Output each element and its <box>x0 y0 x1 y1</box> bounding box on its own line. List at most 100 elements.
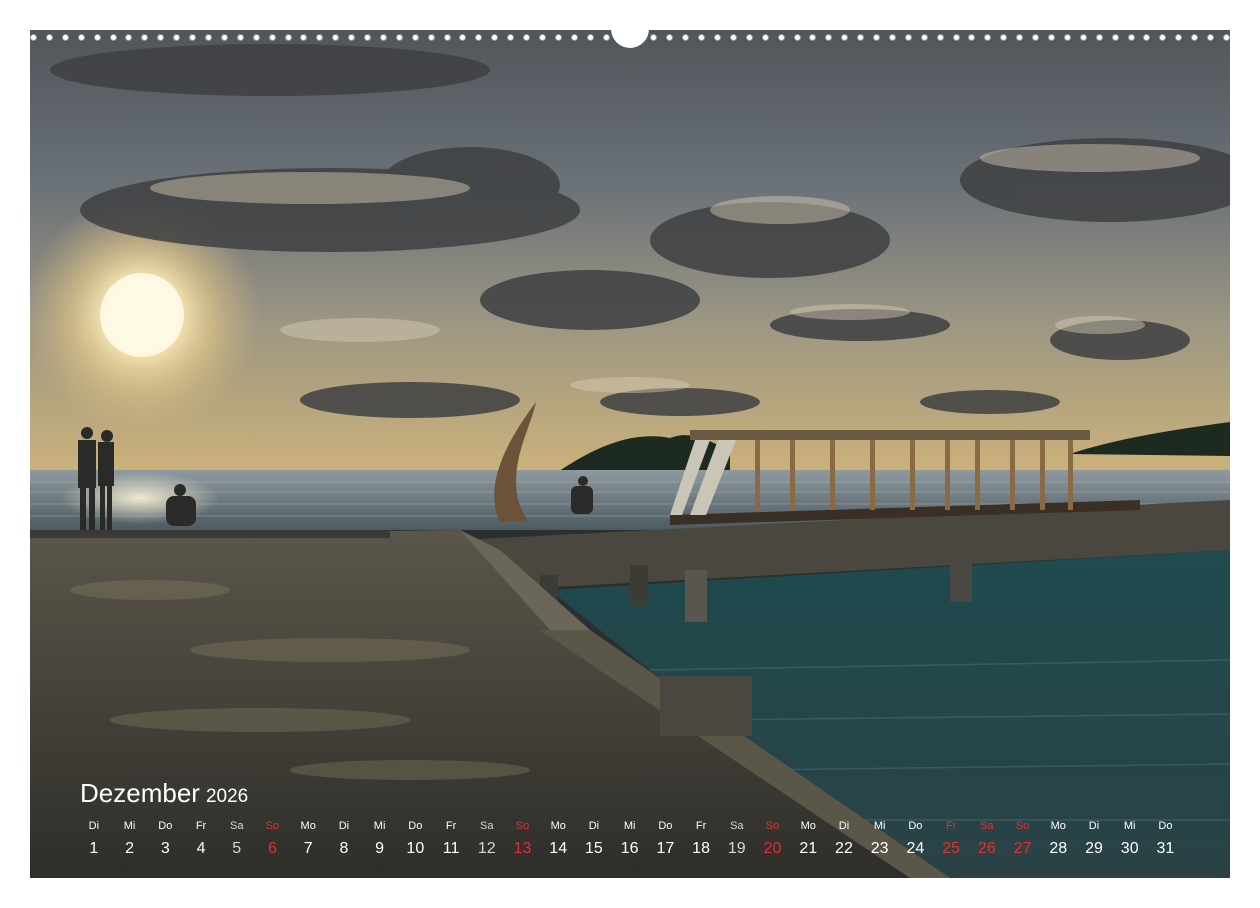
day-number: 8 <box>339 840 349 857</box>
binding-hole <box>491 33 499 41</box>
weekday-label: Di <box>838 820 850 832</box>
weekday-label: So <box>515 820 530 832</box>
weekday-label: Do <box>408 820 423 832</box>
day-number: 13 <box>513 840 532 857</box>
binding-hole <box>761 33 769 41</box>
day-number: 9 <box>375 840 385 857</box>
binding-hole <box>379 33 387 41</box>
calendar-day: Do 10 <box>397 818 433 858</box>
binding-hole <box>427 33 435 41</box>
weekday-label: Mi <box>373 820 386 832</box>
binding-hole <box>825 33 833 41</box>
weekday-label: Do <box>1158 820 1173 832</box>
weekday-label: Mi <box>873 820 886 832</box>
weekday-label: Mi <box>623 820 636 832</box>
calendar-day: Mi 16 <box>612 818 648 858</box>
calendar-day: So 6 <box>255 818 291 858</box>
day-number: 17 <box>656 840 675 857</box>
binding-hole <box>1048 33 1055 41</box>
month-name: Dezember <box>80 778 200 808</box>
binding-hole <box>793 33 801 41</box>
binding-hole <box>666 33 674 41</box>
binding-hole <box>570 33 578 41</box>
binding-hole <box>61 33 69 41</box>
day-number: 12 <box>477 840 496 857</box>
binding-hole <box>698 33 706 41</box>
binding-hole <box>189 33 197 41</box>
binding-hole <box>1000 33 1008 41</box>
binding-hole <box>252 33 260 41</box>
weekday-label: Fr <box>195 820 207 832</box>
calendar-day: Sa 5 <box>219 818 255 858</box>
day-number: 7 <box>303 840 313 857</box>
calendar-day: Do 3 <box>147 818 183 858</box>
binding-hole <box>968 33 976 41</box>
binding-hole <box>1063 33 1071 41</box>
binding-hole <box>316 33 324 41</box>
calendar-day: Sa 19 <box>719 818 755 858</box>
weekday-label: Di <box>88 820 100 832</box>
weekday-label: Sa <box>230 820 244 832</box>
binding-hole <box>1016 33 1024 41</box>
binding-hole <box>443 33 451 41</box>
month-year: 2026 <box>205 786 249 807</box>
calendar-day: So 27 <box>1005 818 1041 858</box>
day-number: 21 <box>799 840 818 857</box>
binding-hole <box>729 33 737 41</box>
binding-hole <box>300 33 308 41</box>
binding-hole <box>586 33 594 41</box>
day-number: 1 <box>89 840 99 857</box>
day-number: 28 <box>1049 840 1068 857</box>
weekday-label: So <box>765 820 780 832</box>
binding-hole <box>157 33 165 41</box>
binding-hole <box>268 33 276 41</box>
binding-hole <box>682 33 690 41</box>
binding-hole <box>873 33 881 41</box>
weekday-label: Di <box>1088 820 1100 832</box>
binding-hole <box>204 33 212 41</box>
weekday-label: Sa <box>480 820 494 832</box>
day-number: 30 <box>1120 840 1139 857</box>
weekday-label: Mo <box>550 820 566 832</box>
binding-hole <box>777 33 785 41</box>
calendar-day: Fr 18 <box>683 818 719 858</box>
binding-hole <box>809 33 817 41</box>
binding-hole <box>1175 33 1183 41</box>
weekday-label: Do <box>658 820 673 832</box>
binding-hole <box>395 33 403 41</box>
weekday-label: Di <box>338 820 350 832</box>
calendar-day: Mi 2 <box>112 818 148 858</box>
weekday-label: Do <box>158 820 173 832</box>
day-number: 20 <box>763 840 782 857</box>
day-number: 18 <box>692 840 710 857</box>
day-number: 16 <box>620 840 639 857</box>
binding-hole <box>141 33 149 41</box>
binding-hole <box>1095 33 1103 41</box>
day-number: 10 <box>406 840 425 857</box>
binding-hole <box>857 33 865 41</box>
binding-hole <box>984 33 992 41</box>
calendar-day: Di 1 <box>76 818 112 858</box>
calendar-day: Fr 25 <box>933 818 969 858</box>
binding-hole <box>284 33 292 41</box>
binding-hole <box>45 33 53 41</box>
binding-hole <box>554 33 562 41</box>
calendar-day: Sa 12 <box>469 818 505 858</box>
binding-hole <box>1111 33 1119 41</box>
calendar-day: Fr 4 <box>183 818 219 858</box>
calendar-day: Mi 30 <box>1112 818 1148 858</box>
calendar-day: Mo 14 <box>540 818 576 858</box>
calendar-day: Sa 26 <box>969 818 1005 858</box>
binding-hole <box>173 33 181 41</box>
weekday-label: Sa <box>730 820 744 832</box>
calendar-day: Mi 23 <box>862 818 898 858</box>
binding-hole <box>411 33 419 41</box>
binding-hole <box>507 33 515 41</box>
binding-hole <box>888 33 896 41</box>
day-number: 27 <box>1013 840 1032 857</box>
day-number: 15 <box>585 840 603 857</box>
month-title: Dezember 2026 <box>80 778 248 809</box>
day-number: 6 <box>268 840 277 857</box>
weekday-label: So <box>1015 820 1030 832</box>
binding-hole <box>236 33 244 41</box>
